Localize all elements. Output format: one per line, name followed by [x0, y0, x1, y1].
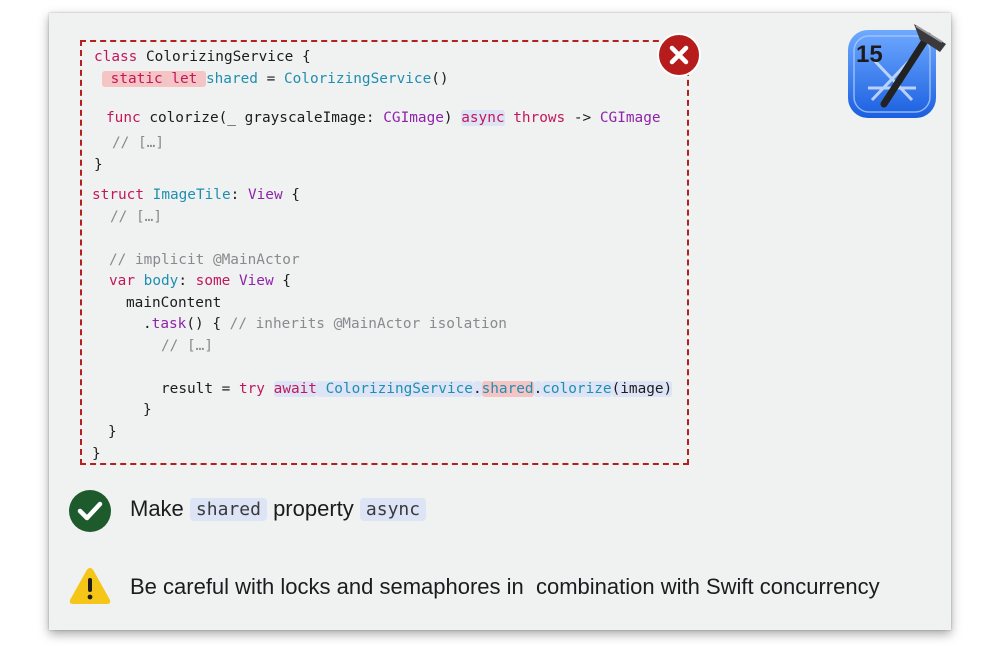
code-line: class ColorizingService { — [94, 46, 311, 68]
code-token: static let — [102, 71, 206, 87]
code-line: } — [143, 399, 152, 421]
code-token: CGImage — [383, 110, 444, 126]
code-line: result = try await ColorizingService.sha… — [161, 378, 673, 400]
code-token: try — [238, 381, 265, 397]
solution-middle: property — [266, 496, 360, 521]
code-token: some — [195, 273, 231, 289]
code-token: { — [273, 273, 291, 289]
code-token: shared — [481, 381, 534, 397]
code-token: () — [431, 71, 449, 87]
code-token: ColorizingService — [283, 71, 432, 87]
code-token: ) — [443, 110, 462, 126]
code-token: : — [230, 187, 248, 203]
code-line: } — [94, 154, 103, 176]
code-token: colorize — [542, 381, 612, 397]
code-token: // […] — [110, 209, 162, 225]
warning-text: Be careful with locks and semaphores in … — [130, 574, 880, 599]
solution-text: Make shared property async — [130, 496, 427, 522]
code-token: ColorizingService { — [137, 49, 311, 65]
code-line: struct ImageTile: View { — [92, 184, 300, 206]
code-token: throws — [513, 110, 566, 126]
code-token: View — [247, 187, 283, 203]
code-token: var — [109, 273, 135, 289]
xcode-version-label: 15 — [856, 41, 883, 68]
code-token: (image) — [611, 381, 673, 397]
code-token: body — [143, 273, 179, 289]
code-token: mainContent — [126, 295, 222, 311]
code-token: } — [108, 424, 117, 440]
code-token: View — [238, 273, 274, 289]
code-line: // […] — [110, 206, 162, 228]
warning-icon — [68, 566, 112, 606]
code-token: . — [472, 381, 482, 397]
code-token: } — [143, 402, 152, 418]
code-token: // inherits @MainActor isolation — [229, 316, 507, 332]
code-token: } — [92, 446, 101, 462]
code-line: // […] — [161, 335, 213, 357]
async-code-chip: async — [359, 498, 427, 521]
code-token: colorize(_ grayscaleImage: — [140, 110, 384, 126]
code-token: func — [106, 110, 141, 126]
code-line: mainContent — [126, 292, 221, 314]
code-token: // […] — [161, 338, 213, 354]
code-token: await — [273, 381, 317, 397]
code-token: shared — [205, 71, 258, 87]
code-token: ColorizingService — [316, 381, 473, 397]
code-token: ImageTile — [152, 187, 231, 203]
code-line: .task() { // inherits @MainActor isolati… — [143, 313, 507, 335]
code-token: } — [94, 157, 103, 173]
code-token: . — [533, 381, 543, 397]
error-x-icon — [657, 33, 701, 77]
code-line: // implicit @MainActor — [109, 249, 300, 271]
code-line: } — [92, 443, 101, 465]
code-token: async — [461, 110, 505, 126]
code-token: // […] — [112, 135, 164, 151]
xcode-15-icon: 15 — [844, 18, 949, 123]
code-token: task — [151, 316, 187, 332]
code-token: CGImage — [599, 110, 661, 126]
checkmark-icon — [69, 490, 111, 532]
code-token: result = — [161, 381, 239, 397]
code-token: = — [257, 71, 284, 87]
code-token: class — [94, 49, 138, 65]
code-token: () { — [186, 316, 230, 332]
code-token: struct — [92, 187, 144, 203]
shared-code-chip: shared — [189, 498, 267, 521]
code-line: var body: some View { — [109, 270, 291, 292]
code-token: -> — [565, 110, 600, 126]
code-example-box: class ColorizingService { static let sha… — [80, 40, 689, 465]
code-token: { — [282, 187, 300, 203]
code-token: . — [143, 316, 152, 332]
slide: class ColorizingService { static let sha… — [49, 13, 951, 630]
solution-prefix: Make — [130, 496, 190, 521]
code-line: } — [108, 421, 117, 443]
code-line: // […] — [112, 132, 164, 154]
code-token: // implicit @MainActor — [109, 252, 300, 268]
code-line: func colorize(_ grayscaleImage: CGImage)… — [106, 107, 661, 129]
code-line: static let shared = ColorizingService() — [102, 68, 449, 90]
code-token: : — [178, 273, 196, 289]
